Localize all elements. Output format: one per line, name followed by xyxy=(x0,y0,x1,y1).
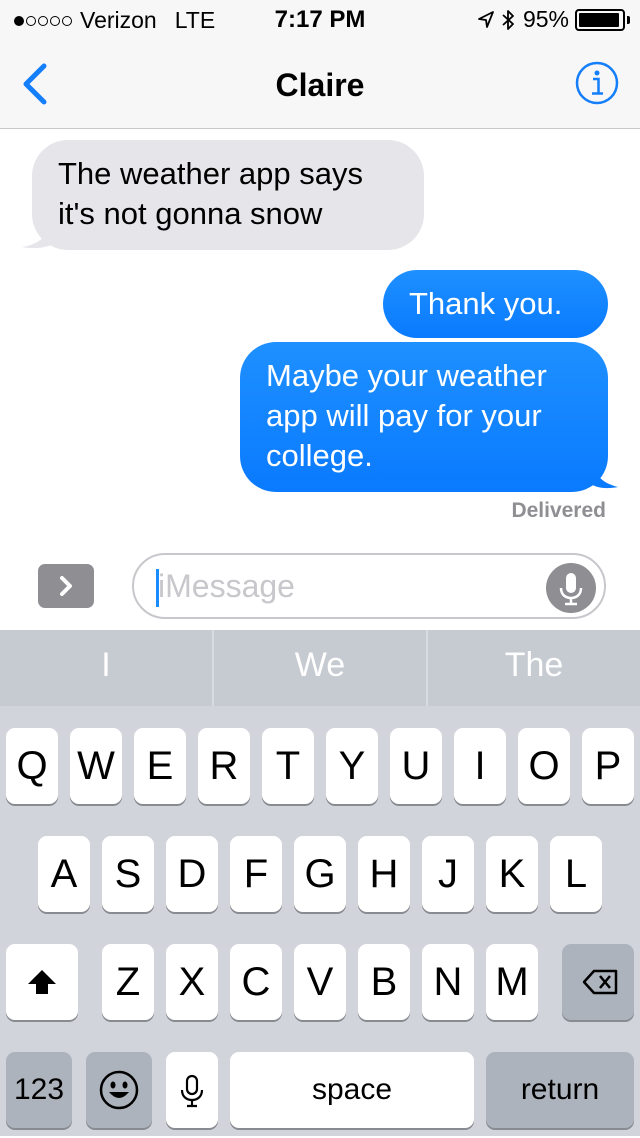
message-input-placeholder: iMessage xyxy=(158,568,295,604)
key-m[interactable]: M xyxy=(486,944,538,1020)
key-q[interactable]: Q xyxy=(6,728,58,804)
keyboard: I We The Q W E R T Y U I O P A S D F G H… xyxy=(0,630,640,1136)
key-w[interactable]: W xyxy=(70,728,122,804)
key-c[interactable]: C xyxy=(230,944,282,1020)
predictive-bar: I We The xyxy=(0,630,640,706)
emoji-key[interactable] xyxy=(86,1052,152,1128)
key-j[interactable]: J xyxy=(422,836,474,912)
backspace-icon xyxy=(582,969,618,995)
compose-bar: iMessage xyxy=(0,537,640,630)
message-bubble-outgoing[interactable]: Thank you. xyxy=(383,270,608,338)
key-v[interactable]: V xyxy=(294,944,346,1020)
key-i[interactable]: I xyxy=(454,728,506,804)
message-bubble-incoming[interactable]: The weather app says it's not gonna snow xyxy=(32,140,424,250)
key-h[interactable]: H xyxy=(358,836,410,912)
key-l[interactable]: L xyxy=(550,836,602,912)
backspace-key[interactable] xyxy=(562,944,634,1020)
key-g[interactable]: G xyxy=(294,836,346,912)
expand-apps-button[interactable] xyxy=(38,564,94,608)
battery-percent: 95% xyxy=(522,6,569,32)
key-e[interactable]: E xyxy=(134,728,186,804)
key-k[interactable]: K xyxy=(486,836,538,912)
dictation-button[interactable] xyxy=(546,563,596,613)
return-key[interactable]: return xyxy=(486,1052,634,1128)
key-r[interactable]: R xyxy=(198,728,250,804)
battery-icon xyxy=(575,8,625,31)
key-d[interactable]: D xyxy=(166,836,218,912)
status-right: 95% xyxy=(477,6,630,33)
info-icon xyxy=(575,61,619,105)
location-icon xyxy=(477,10,495,30)
prediction-suggestion[interactable]: We xyxy=(212,630,426,706)
nav-bar: Claire xyxy=(0,40,640,129)
emoji-icon xyxy=(99,1070,139,1110)
key-b[interactable]: B xyxy=(358,944,410,1020)
key-z[interactable]: Z xyxy=(102,944,154,1020)
key-n[interactable]: N xyxy=(422,944,474,1020)
bluetooth-icon xyxy=(501,8,515,32)
key-a[interactable]: A xyxy=(38,836,90,912)
key-s[interactable]: S xyxy=(102,836,154,912)
battery-nub xyxy=(627,15,630,24)
microphone-icon xyxy=(559,573,583,606)
shift-key[interactable] xyxy=(6,944,78,1020)
message-thread: The weather app says it's not gonna snow… xyxy=(0,129,640,537)
key-t[interactable]: T xyxy=(262,728,314,804)
message-bubble-outgoing[interactable]: Maybe your weather app will pay for your… xyxy=(240,342,608,492)
delivered-status: Delivered xyxy=(511,499,606,522)
prediction-suggestion[interactable]: I xyxy=(0,630,212,706)
space-key[interactable]: space xyxy=(230,1052,474,1128)
prediction-suggestion[interactable]: The xyxy=(426,630,640,706)
numbers-key[interactable]: 123 xyxy=(6,1052,72,1128)
status-bar: Verizon LTE 7:17 PM 95% xyxy=(0,0,640,40)
conversation-title: Claire xyxy=(275,67,365,103)
key-o[interactable]: O xyxy=(518,728,570,804)
key-x[interactable]: X xyxy=(166,944,218,1020)
key-f[interactable]: F xyxy=(230,836,282,912)
microphone-icon xyxy=(180,1074,204,1108)
shift-arrow-icon xyxy=(28,970,56,994)
key-u[interactable]: U xyxy=(390,728,442,804)
chevron-right-icon xyxy=(60,576,72,596)
dictation-key[interactable] xyxy=(166,1052,218,1128)
key-p[interactable]: P xyxy=(582,728,634,804)
info-button[interactable] xyxy=(574,60,620,106)
key-y[interactable]: Y xyxy=(326,728,378,804)
message-input[interactable]: iMessage xyxy=(132,553,606,619)
